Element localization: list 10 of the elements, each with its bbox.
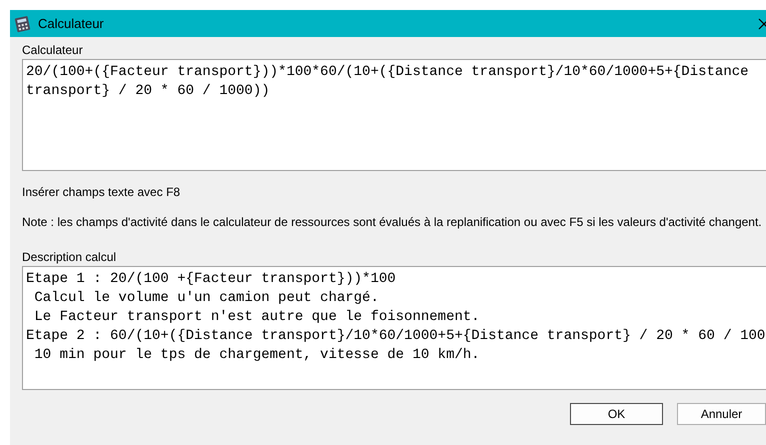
note-text: Note : les champs d'activité dans le calculateur de ressources sont évalués à la replanification ou avec F5 si les valeurs d'activité changent.	[22, 214, 763, 230]
ok-button[interactable]: OK	[570, 403, 663, 425]
hint-text: Insérer champs texte avec F8	[22, 184, 182, 200]
calculator-icon	[14, 14, 32, 32]
cancel-button[interactable]: Annuler	[677, 403, 766, 425]
window-title: Calculateur	[38, 16, 105, 31]
description-field[interactable]: Etape 1 : 20/(100 +{Facteur transport}))*100 Calcul le volume u'un camion peut chargé. Le Facteur transport n'est autre que le foisonnement. Etape 2 : 60/(10+({Distance transport}/10*60/1000+5+{Distance transport} / 20 * 60 / 100 10 min pour le tps de chargement, vitesse de 10 km/h.	[22, 266, 766, 390]
field-label: Description calcul	[22, 250, 118, 264]
formula-field[interactable]: 20/(100+({Facteur transport}))*100*60/(10+({Distance transport}/10*60/1000+5+{Distance transport} / 20 * 60 / 1000))	[22, 59, 766, 171]
field-label: Calculateur	[22, 43, 84, 57]
